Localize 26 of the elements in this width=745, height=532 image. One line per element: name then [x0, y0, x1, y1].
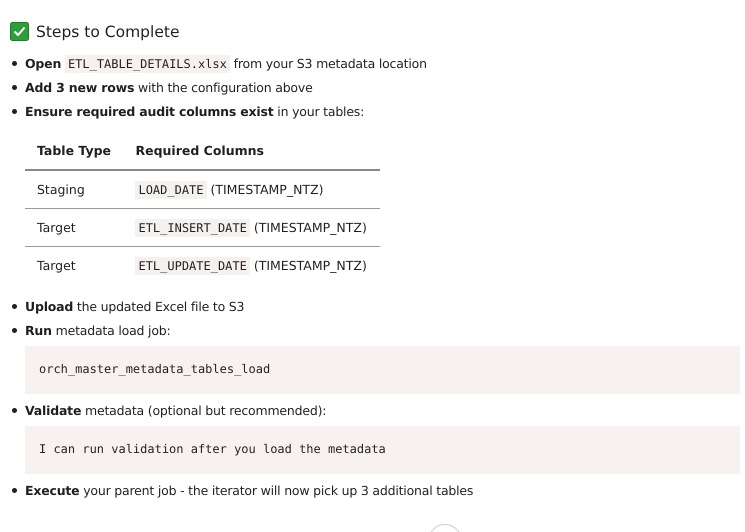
step-text: Validate metadata (optional but recommended): — [25, 402, 326, 418]
check-icon — [10, 22, 29, 41]
column-header: Table Type — [25, 131, 124, 170]
table-cell: ETL_UPDATE_DATE (TIMESTAMP_NTZ) — [123, 246, 380, 284]
bullet-icon — [12, 84, 17, 90]
bullet-icon — [12, 108, 17, 114]
step-text: Ensure required audit columns exist in your tables: — [25, 104, 364, 118]
step-text: Run metadata load job: — [25, 322, 171, 338]
bullet-icon — [12, 60, 17, 66]
step-text: Execute your parent job - the iterator will now pick up 3 additional tables — [25, 482, 474, 498]
table-cell: LOAD_DATE (TIMESTAMP_NTZ) — [123, 170, 380, 208]
table-cell: Target — [25, 246, 124, 284]
bullet-icon — [12, 328, 17, 332]
code-block: orch_master_metadata_tables_load — [25, 346, 740, 394]
table-cell: Staging — [25, 170, 124, 208]
bullet-icon — [12, 304, 17, 308]
bullet-icon — [12, 408, 17, 412]
step-text: Add 3 new rows with the configuration above — [25, 80, 313, 94]
table-cell: Target — [25, 208, 124, 246]
step-text: Open ETL_TABLE_DETAILS.xlsx from your S3 metadata location — [25, 56, 427, 70]
step-text: Upload the updated Excel file to S3 — [25, 298, 244, 314]
bullet-icon — [12, 488, 17, 492]
code-block: I can run validation after you load the metadata — [25, 426, 740, 474]
table-cell: ETL_INSERT_DATE (TIMESTAMP_NTZ) — [123, 208, 380, 246]
section-title: Steps to Complete — [36, 22, 180, 40]
column-header: Required Columns — [123, 131, 380, 170]
